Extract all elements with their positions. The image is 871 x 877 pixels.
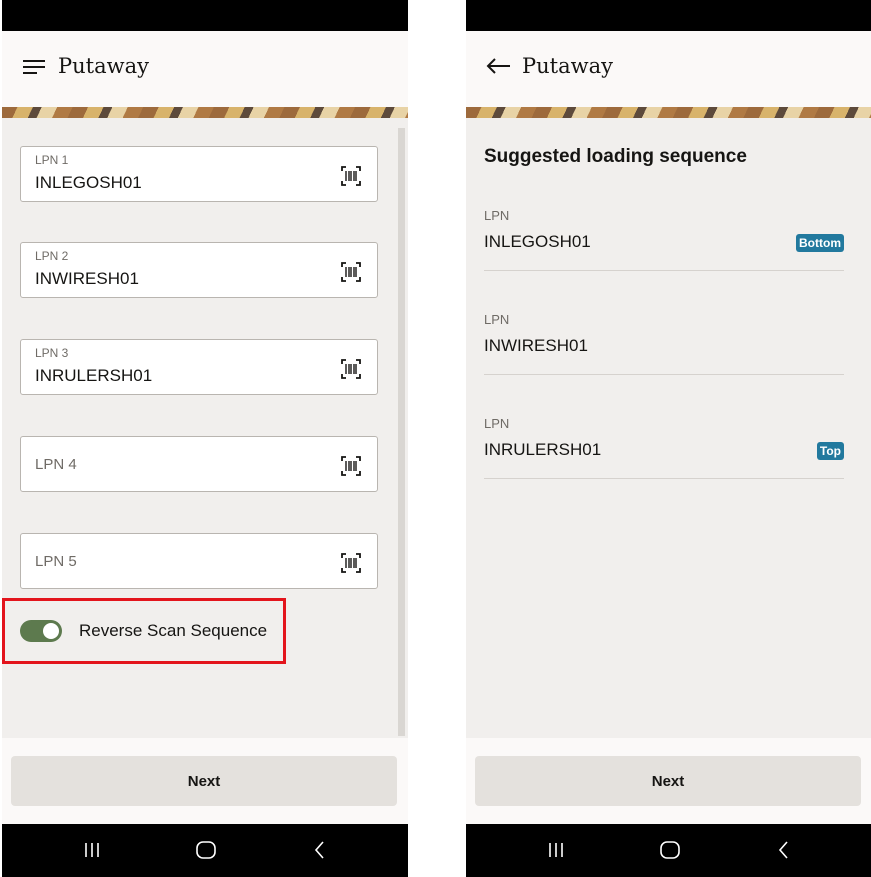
- back-arrow-icon[interactable]: [484, 53, 514, 83]
- hamburger-menu-icon[interactable]: [20, 53, 50, 83]
- lpn-4-field[interactable]: LPN 4: [20, 436, 378, 492]
- field-label: LPN 2: [35, 249, 69, 263]
- item-key: LPN: [484, 312, 510, 327]
- footer: Next: [466, 738, 871, 824]
- item-value: INWIRESH01: [484, 336, 588, 355]
- item-key: LPN: [484, 416, 510, 431]
- app-bar: Putaway: [466, 31, 871, 107]
- barcode-scan-icon[interactable]: [341, 553, 361, 573]
- app-bar: Putaway: [2, 31, 408, 107]
- divider: [484, 478, 844, 479]
- lpn-2-field[interactable]: LPN 2 INWIRESH01: [20, 242, 378, 298]
- lpn-3-field[interactable]: LPN 3 INRULERSH01: [20, 339, 378, 395]
- item-key: LPN: [484, 208, 510, 223]
- decorative-banner: [2, 107, 408, 118]
- recent-apps-icon[interactable]: [543, 837, 569, 863]
- divider: [484, 270, 844, 271]
- recent-apps-icon[interactable]: [79, 837, 105, 863]
- field-placeholder: LPN 4: [35, 456, 77, 473]
- footer: Next: [2, 738, 408, 824]
- item-value: INLEGOSH01: [484, 232, 591, 251]
- list-item: LPN INWIRESH01: [484, 312, 844, 416]
- field-value: INWIRESH01: [35, 269, 139, 288]
- barcode-scan-icon[interactable]: [341, 262, 361, 282]
- barcode-scan-icon[interactable]: [341, 456, 361, 476]
- home-icon[interactable]: [193, 837, 219, 863]
- divider: [484, 374, 844, 375]
- position-badge: Top: [816, 442, 844, 460]
- decorative-banner: [466, 107, 871, 118]
- field-placeholder: LPN 5: [35, 553, 77, 570]
- field-value: INRULERSH01: [35, 366, 153, 385]
- barcode-scan-icon[interactable]: [341, 359, 361, 379]
- lpn-1-field[interactable]: LPN 1 INLEGOSH01: [20, 146, 378, 202]
- field-label: LPN 3: [35, 346, 69, 360]
- next-button[interactable]: Next: [475, 756, 861, 806]
- highlight-box: [2, 598, 286, 664]
- list-item: LPN INLEGOSH01 Bottom: [484, 208, 844, 312]
- home-icon[interactable]: [657, 837, 683, 863]
- status-bar: [2, 0, 408, 31]
- next-button[interactable]: Next: [11, 756, 397, 806]
- phone-screen-left: Putaway LPN 1 INLEGOSH01 LPN 2 INWIRESH0…: [2, 0, 408, 877]
- status-bar: [466, 0, 871, 31]
- system-nav-bar: [466, 824, 871, 877]
- system-nav-bar: [2, 824, 408, 877]
- section-title: Suggested loading sequence: [484, 146, 747, 167]
- field-value: INLEGOSH01: [35, 173, 142, 192]
- item-value: INRULERSH01: [484, 440, 602, 459]
- barcode-scan-icon[interactable]: [341, 166, 361, 186]
- phone-screen-right: Putaway Suggested loading sequence LPN I…: [466, 0, 871, 877]
- position-badge: Bottom: [796, 234, 844, 252]
- list-item: LPN INRULERSH01 Top: [484, 416, 844, 520]
- page-title: Putaway: [58, 54, 149, 78]
- page-title: Putaway: [522, 54, 613, 78]
- scrollbar[interactable]: [398, 128, 405, 736]
- field-label: LPN 1: [35, 153, 69, 167]
- chevron-left-icon[interactable]: [307, 837, 333, 863]
- chevron-left-icon[interactable]: [771, 837, 797, 863]
- lpn-5-field[interactable]: LPN 5: [20, 533, 378, 589]
